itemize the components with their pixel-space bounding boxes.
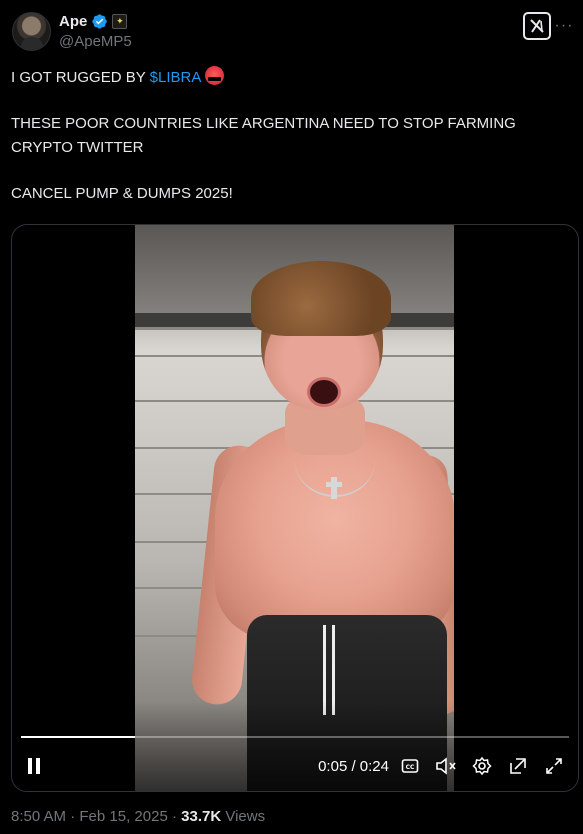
tweet-paragraph-3: CANCEL PUMP & DUMPS 2025! <box>11 185 233 202</box>
fullscreen-icon[interactable] <box>541 753 567 779</box>
grok-icon <box>530 19 544 33</box>
views-count: 33.7K <box>181 808 222 825</box>
tweet-header: Ape ✦ @ApeMP5 ··· <box>12 12 572 52</box>
video-player[interactable]: 0:05 / 0:24 CC <box>11 224 579 792</box>
separator: · <box>167 808 182 825</box>
display-name[interactable]: Ape <box>59 13 87 30</box>
tweet-meta: 8:50 AM · Feb 15, 2025 · 33.7K Views <box>11 808 265 825</box>
handle[interactable]: @ApeMP5 <box>59 33 132 50</box>
angry-face-emoji-icon <box>204 66 224 85</box>
pause-icon[interactable] <box>21 753 47 779</box>
video-progress-bar[interactable] <box>21 736 569 738</box>
video-controls: 0:05 / 0:24 CC <box>12 753 578 783</box>
tweet-time[interactable]: 8:50 AM <box>11 808 66 825</box>
mute-icon[interactable] <box>433 753 459 779</box>
tweet-line-1: I GOT RUGGED BY $LIBRA <box>11 66 571 90</box>
views-label: Views <box>221 808 266 825</box>
affiliate-badge-icon[interactable]: ✦ <box>112 14 128 29</box>
tweet-paragraph-2: THESE POOR COUNTRIES LIKE ARGENTINA NEED… <box>11 115 516 156</box>
video-time: 0:05 / 0:24 <box>318 758 389 775</box>
grok-button[interactable] <box>523 12 551 40</box>
avatar[interactable] <box>12 12 51 51</box>
video-progress-fill <box>21 736 135 738</box>
tweet-date[interactable]: Feb 15, 2025 <box>79 808 167 825</box>
tweet-text-prefix: I GOT RUGGED BY <box>11 69 150 86</box>
name-row: Ape ✦ <box>59 13 128 30</box>
pop-out-icon[interactable] <box>505 753 531 779</box>
separator: · <box>66 808 80 825</box>
more-options-icon[interactable]: ··· <box>553 12 575 40</box>
tweet-text: I GOT RUGGED BY $LIBRA THESE POOR COUNTR… <box>11 66 571 206</box>
cashtag-link[interactable]: $LIBRA <box>150 69 201 86</box>
captions-icon[interactable]: CC <box>397 753 423 779</box>
verified-badge-icon <box>92 14 108 29</box>
svg-text:CC: CC <box>406 764 415 771</box>
settings-icon[interactable] <box>469 753 495 779</box>
